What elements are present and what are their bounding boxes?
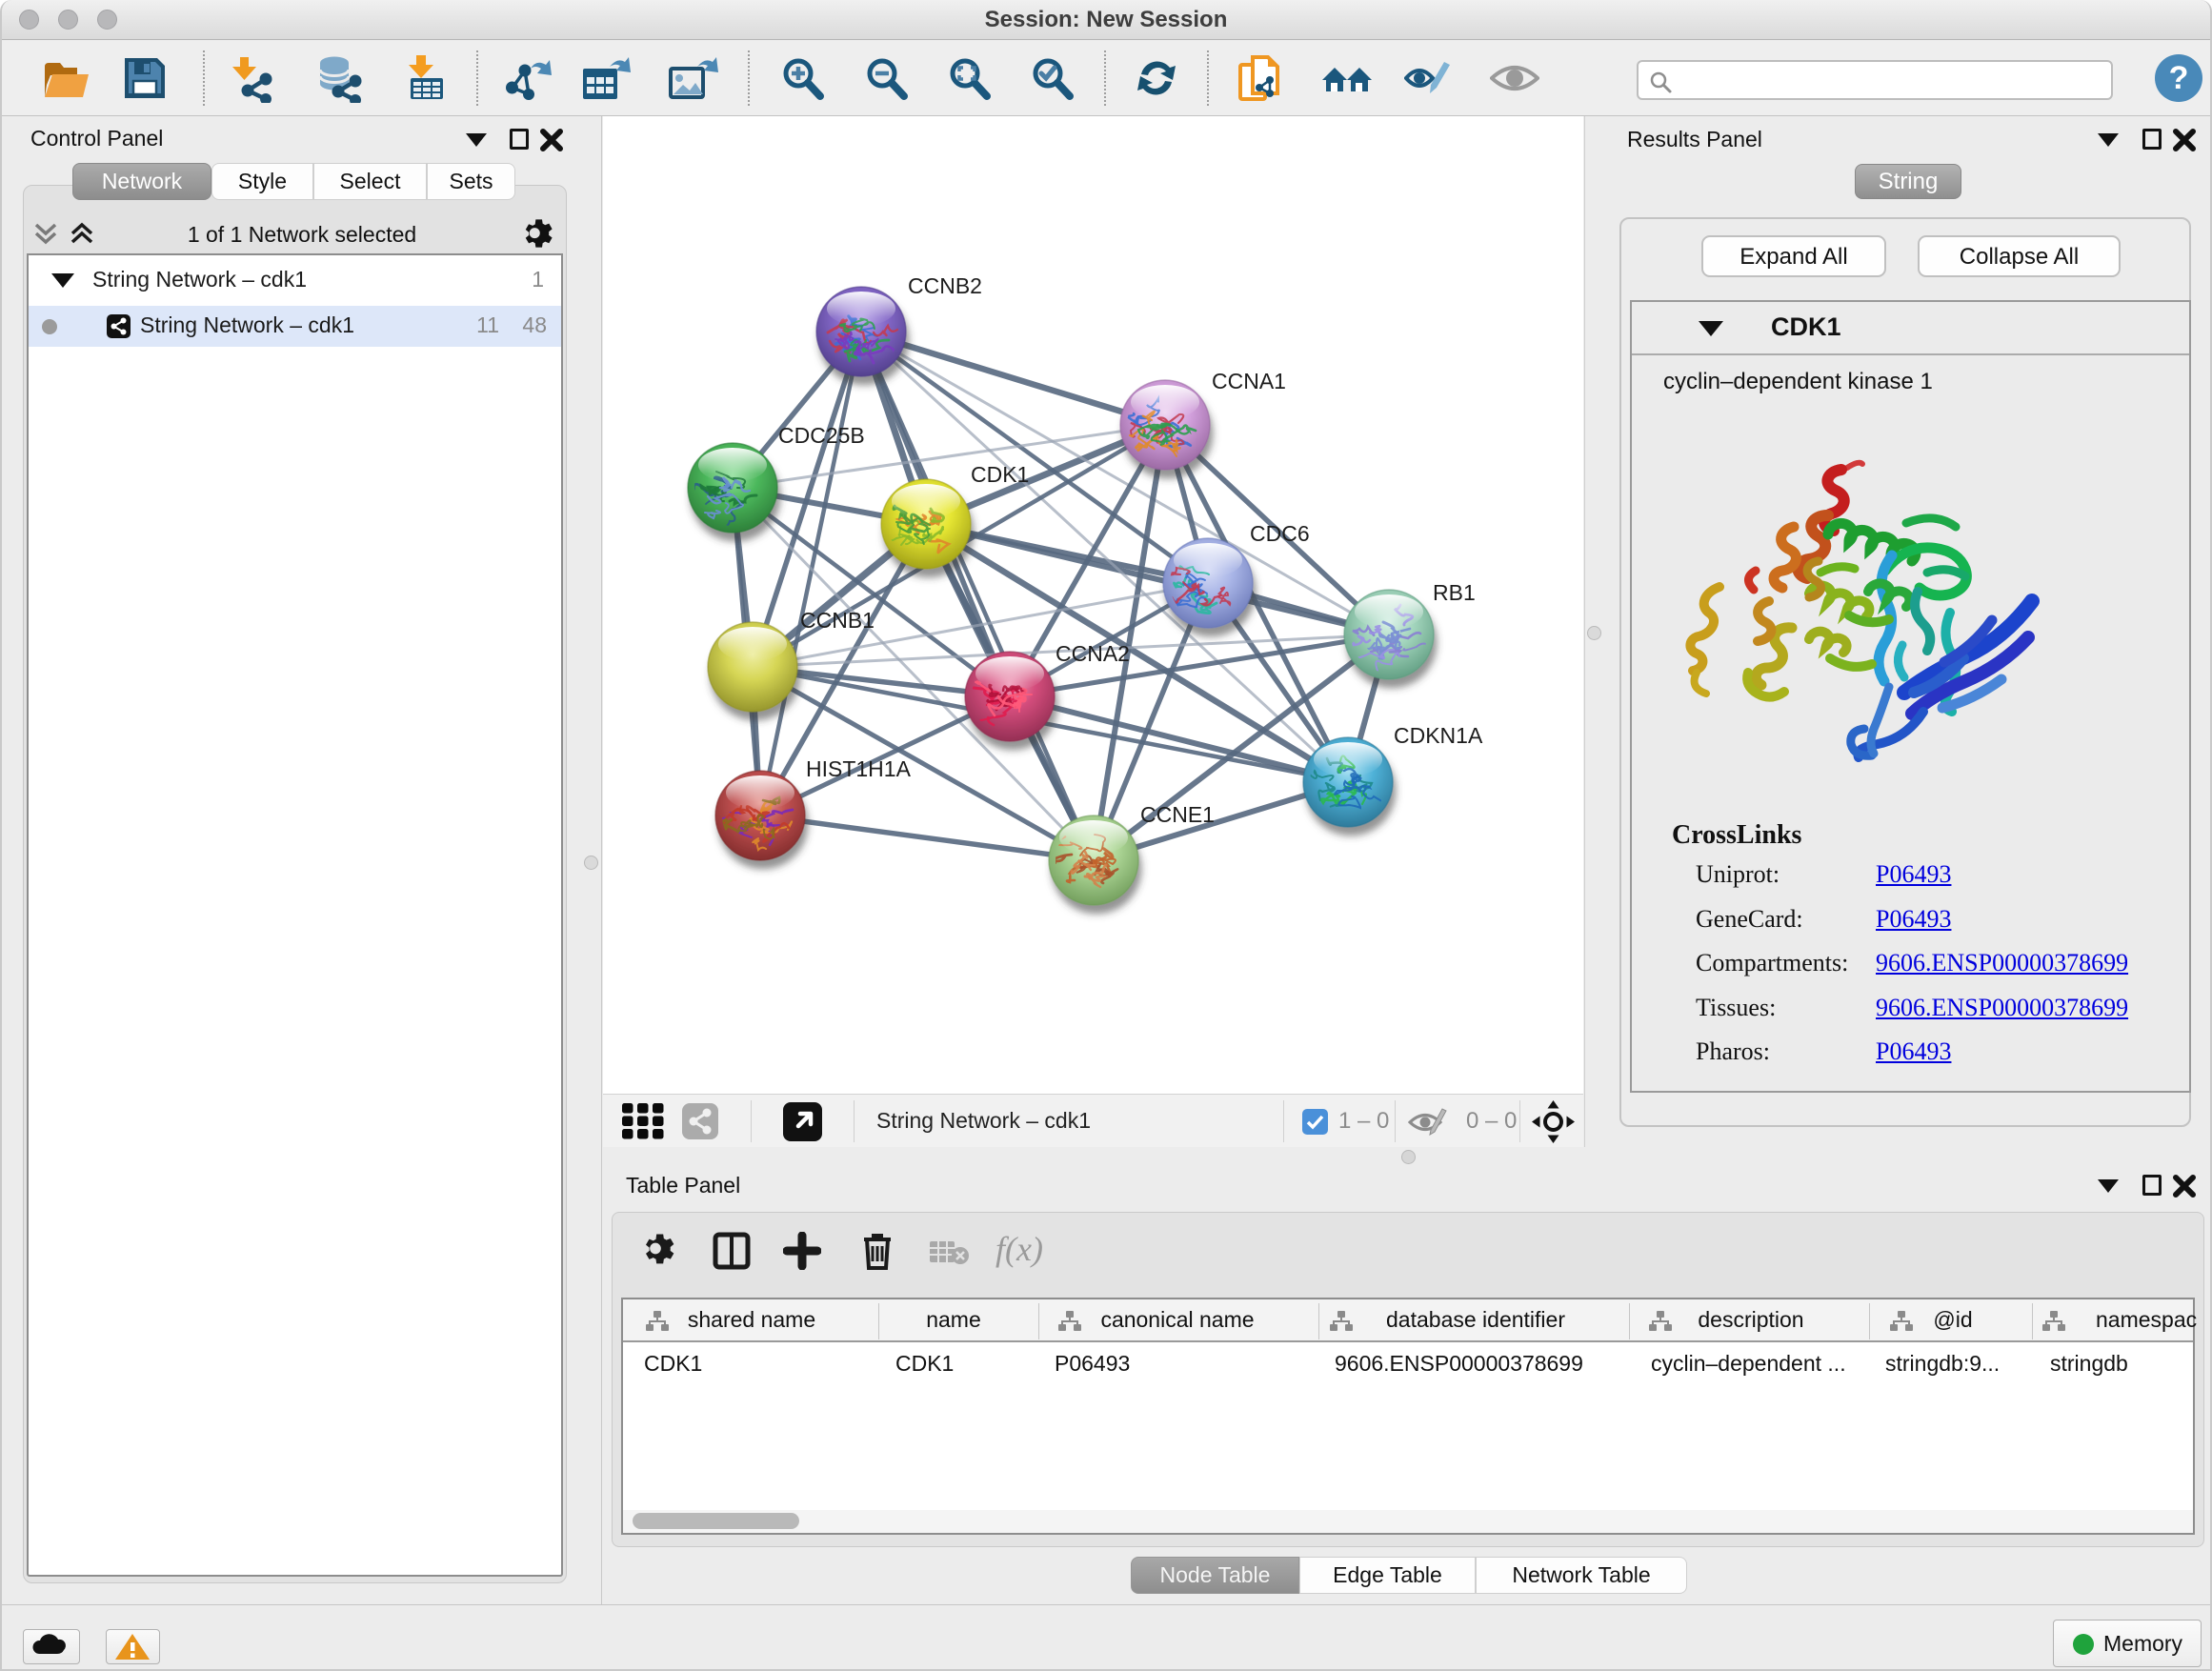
svg-text:CCNB2: CCNB2 [908,273,982,298]
svg-text:HIST1H1A: HIST1H1A [806,756,912,781]
svg-text:CCNB1: CCNB1 [800,608,875,633]
svg-text:CCNE1: CCNE1 [1140,802,1215,827]
svg-text:CDC6: CDC6 [1250,521,1310,546]
svg-text:RB1: RB1 [1433,580,1476,605]
svg-text:CDC25B: CDC25B [778,423,865,448]
svg-text:CCNA2: CCNA2 [1056,641,1130,666]
svg-text:CCNA1: CCNA1 [1212,369,1286,393]
svg-text:CDKN1A: CDKN1A [1394,723,1483,748]
svg-text:CDK1: CDK1 [971,462,1029,487]
